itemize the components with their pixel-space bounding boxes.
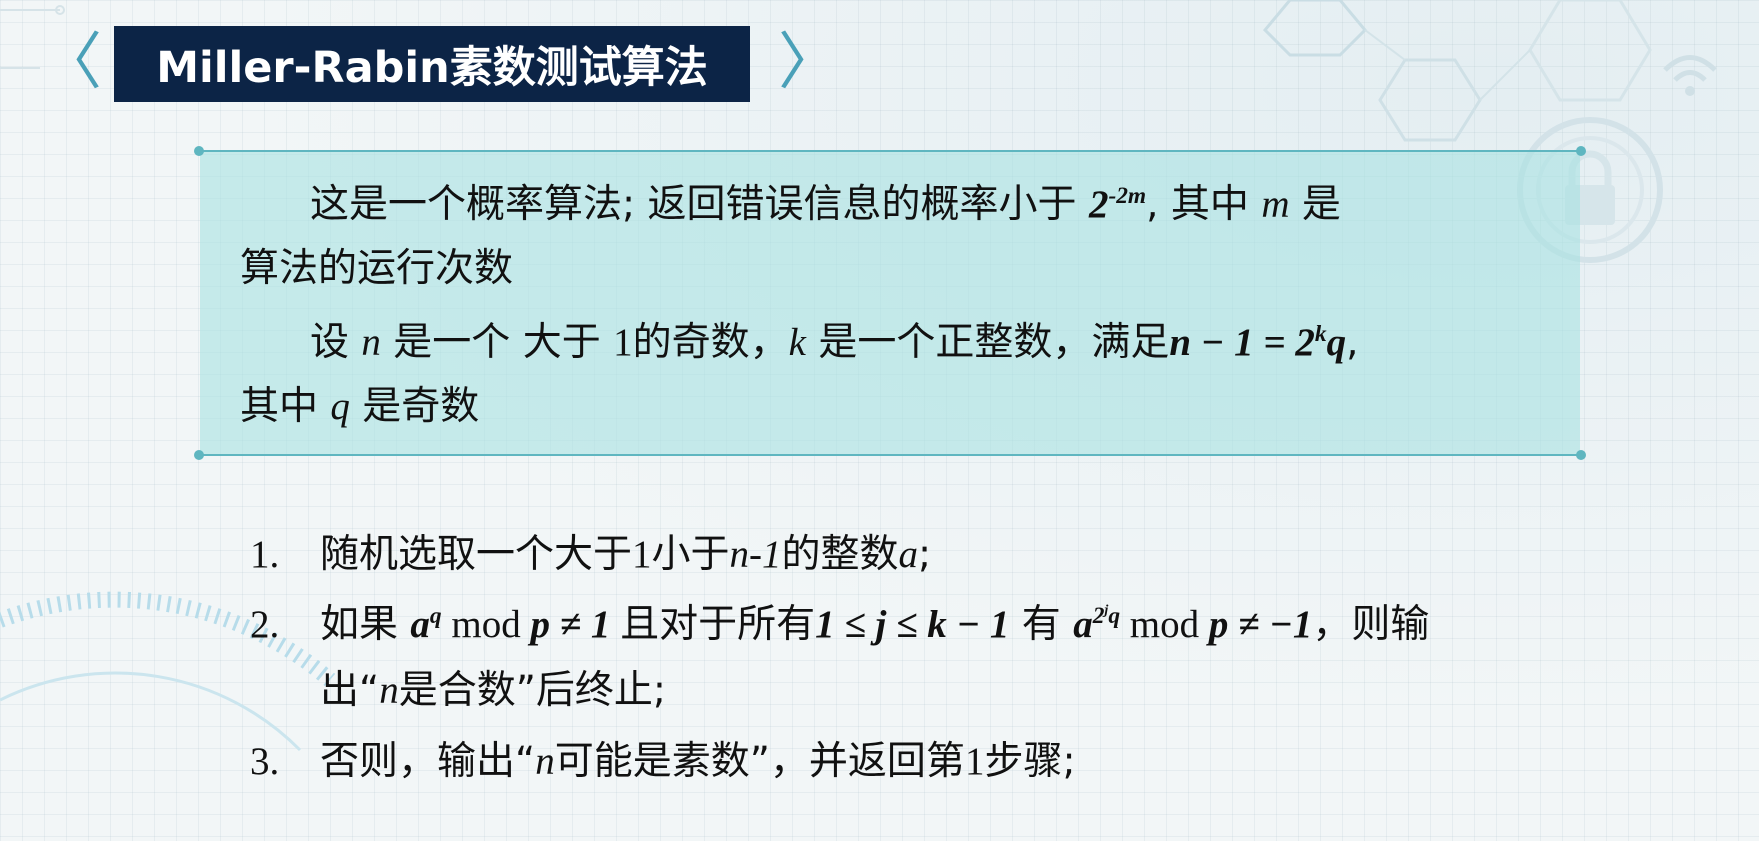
definition-text: 是一个正整数，满足: [805, 320, 1170, 365]
next-chevron-icon[interactable]: 〉: [778, 22, 840, 102]
definition-paragraph-2-cont: 其中 q 是奇数: [240, 382, 479, 432]
definition-text: 算法的运行次数: [240, 246, 514, 291]
math-variable: a: [1073, 603, 1093, 646]
corner-dot: [1576, 450, 1586, 460]
math-exponent-factor: q: [1108, 603, 1121, 629]
corner-dot: [194, 450, 204, 460]
math-variable: n: [535, 740, 555, 783]
math-relation: ≠ 1: [549, 603, 621, 646]
math-exponent: q: [429, 603, 442, 629]
definition-box: 这是一个概率算法; 返回错误信息的概率小于 2-2m, 其中 m 是 算法的运行…: [194, 146, 1586, 460]
math-number: 1: [964, 740, 985, 783]
definition-text: 其中: [240, 384, 331, 429]
math-condition: 1 ≤ j ≤ k − 1: [815, 603, 1010, 646]
math-variable: m: [1261, 183, 1290, 226]
math-operator: mod: [1120, 603, 1209, 646]
math-exponent: 2jq: [1093, 603, 1120, 629]
math-equation: n − 1 = 2: [1169, 321, 1315, 364]
math-base: 2: [1088, 183, 1109, 226]
math-variable: k: [788, 321, 806, 364]
math-expression: n-1: [729, 533, 782, 576]
math-variable: q: [1326, 321, 1347, 364]
slide-title: Miller-Rabin素数测试算法: [114, 26, 750, 102]
definition-paragraph-1-cont: 算法的运行次数: [240, 244, 513, 294]
math-variable: p: [530, 603, 550, 646]
definition-paragraph-1: 这是一个概率算法; 返回错误信息的概率小于 2-2m, 其中 m 是: [310, 180, 1341, 230]
step-text: 小于: [651, 532, 730, 577]
step-text: 的整数: [781, 532, 899, 577]
wifi-icon: [1663, 55, 1717, 96]
corner-dot: [194, 146, 204, 156]
step-text: 否则，输出“: [320, 739, 536, 784]
step-1: 1. 随机选取一个大于1小于n-1的整数a;: [250, 530, 931, 580]
step-3: 3. 否则，输出“n可能是素数”，并返回第1步骤;: [250, 737, 1076, 787]
step-text: 有: [1009, 602, 1074, 647]
math-variable: n: [379, 669, 399, 712]
step-text: ;: [918, 532, 932, 577]
step-2: 2. 如果 aq mod p ≠ 1 且对于所有1 ≤ j ≤ k − 1 有 a…: [250, 600, 1429, 650]
step-text: 随机选取一个大于: [320, 532, 633, 577]
math-operator: mod: [441, 603, 531, 646]
math-exponent-base: 2: [1092, 603, 1105, 629]
definition-text: , 其中: [1146, 182, 1262, 227]
definition-text: 是奇数: [349, 384, 480, 429]
definition-text: ,: [1346, 320, 1359, 365]
step-text: 是合数”后终止;: [398, 668, 667, 713]
math-number: 1: [613, 321, 633, 364]
step-text: 出“: [320, 668, 380, 713]
definition-text: 是: [1289, 182, 1341, 227]
step-text: 步骤;: [984, 739, 1076, 784]
step-text: 如果: [320, 602, 411, 647]
definition-text: 这是一个概率算法; 返回错误信息的概率小于: [310, 182, 1089, 227]
previous-chevron-icon[interactable]: 〈: [40, 22, 102, 102]
math-number: 1: [632, 533, 652, 576]
math-relation: ≠ −1: [1228, 603, 1313, 646]
step-text: 且对于所有: [620, 602, 816, 647]
step-number: 3.: [250, 740, 280, 783]
math-variable: q: [330, 385, 350, 428]
math-variable: a: [410, 603, 430, 646]
definition-text: 的奇数，: [632, 320, 789, 365]
step-number: 2.: [250, 603, 280, 646]
math-exponent: -2m: [1108, 183, 1147, 209]
math-variable: p: [1208, 603, 1229, 646]
corner-dot: [1576, 146, 1586, 156]
step-number: 1.: [250, 533, 280, 576]
step-text: ，则输: [1312, 602, 1430, 647]
definition-paragraph-2: 设 n 是一个 大于 1的奇数，k 是一个正整数，满足n − 1 = 2kq,: [310, 318, 1359, 368]
math-variable: a: [898, 533, 919, 576]
step-2-cont: 出“n是合数”后终止;: [320, 666, 666, 716]
step-text: 可能是素数”，并返回第: [554, 739, 965, 784]
definition-text: 设: [310, 320, 362, 365]
definition-text: 是一个 大于: [380, 320, 614, 365]
math-exponent: k: [1314, 321, 1327, 347]
math-variable: n: [361, 321, 381, 364]
